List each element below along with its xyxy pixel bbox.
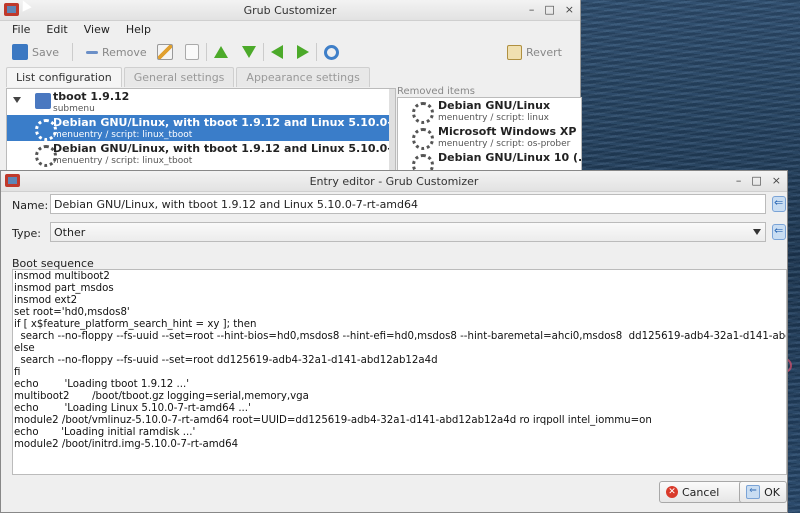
entry-type: menuentry / script: linux_tboot <box>53 130 193 140</box>
move-up-icon[interactable] <box>213 46 228 58</box>
entry-type: menuentry / script: os-prober <box>438 139 571 149</box>
reset-type-button[interactable] <box>772 224 786 240</box>
name-input[interactable]: Debian GNU/Linux, with tboot 1.9.12 and … <box>50 194 766 214</box>
toolbar-separator <box>72 43 74 61</box>
tab-bar: List configuration General settings Appe… <box>0 67 580 87</box>
move-down-icon[interactable] <box>241 46 256 58</box>
revert-icon <box>506 44 522 60</box>
type-label: Type: <box>12 227 41 240</box>
close-button[interactable]: × <box>772 174 781 187</box>
entry-editor-dialog: Entry editor - Grub Customizer – □ × Nam… <box>0 170 788 513</box>
save-icon <box>12 44 28 60</box>
menu-help[interactable]: Help <box>118 21 159 39</box>
list-item[interactable]: Debian GNU/Linux, with tboot 1.9.12 and … <box>7 115 395 141</box>
main-window-title: Grub Customizer <box>243 4 337 17</box>
list-item[interactable]: Debian GNU/Linux menuentry / script: lin… <box>398 98 581 124</box>
entry-name: Debian GNU/Linux <box>438 99 551 112</box>
gear-icon <box>412 102 434 124</box>
menu-view[interactable]: View <box>76 21 118 39</box>
save-label: Save <box>32 45 60 59</box>
list-item[interactable]: Debian GNU/Linux, with tboot 1.9.12 and … <box>7 141 395 167</box>
create-entry-icon[interactable] <box>184 44 199 60</box>
name-label: Name: <box>12 199 49 212</box>
dialog-title: Entry editor - Grub Customizer <box>309 175 479 188</box>
save-button[interactable]: Save <box>6 41 65 63</box>
tab-appearance-settings[interactable]: Appearance settings <box>236 67 370 87</box>
cancel-icon: ✕ <box>666 486 678 498</box>
list-item[interactable]: Debian GNU/Linux 10 (... <box>398 150 582 171</box>
entry-name: Microsoft Windows XP ... <box>438 125 582 138</box>
removed-items-title: Removed items <box>397 86 475 97</box>
ok-button[interactable]: ⇐ OK <box>739 481 787 503</box>
tab-general-settings[interactable]: General settings <box>123 67 235 87</box>
menu-bar: File Edit View Help <box>0 21 580 39</box>
chevron-down-icon <box>753 229 761 235</box>
toolbar-separator <box>315 43 317 61</box>
toolbar: Save Remove Revert <box>0 39 580 65</box>
type-select-value: Other <box>54 226 86 239</box>
cancel-button[interactable]: ✕ Cancel <box>659 481 751 503</box>
list-item[interactable]: tboot 1.9.12 submenu <box>7 89 395 115</box>
maximize-button[interactable]: □ <box>751 174 761 187</box>
entry-name: tboot 1.9.12 <box>53 90 130 103</box>
remove-button[interactable]: Remove <box>80 41 153 63</box>
close-button[interactable]: × <box>565 3 574 16</box>
cancel-label: Cancel <box>682 485 720 499</box>
entry-type: menuentry / script: linux <box>438 113 549 123</box>
refresh-icon[interactable] <box>323 44 339 60</box>
ok-icon: ⇐ <box>746 485 761 499</box>
menu-file[interactable]: File <box>4 21 38 39</box>
expander-arrow-icon[interactable] <box>13 97 21 103</box>
dialog-titlebar[interactable]: Entry editor - Grub Customizer – □ × <box>1 171 787 192</box>
list-scrollbar[interactable] <box>389 89 395 171</box>
gear-icon <box>412 128 434 150</box>
minimize-button[interactable]: – <box>736 174 742 187</box>
revert-label: Revert <box>525 45 562 59</box>
maximize-button[interactable]: □ <box>544 3 554 16</box>
list-item[interactable]: Microsoft Windows XP ... menuentry / scr… <box>398 124 581 150</box>
main-titlebar[interactable]: Grub Customizer – □ × <box>0 0 580 21</box>
menu-edit[interactable]: Edit <box>38 21 75 39</box>
reset-name-button[interactable] <box>772 196 786 212</box>
boot-sequence-editor[interactable]: insmod multiboot2 insmod part_msdos insm… <box>12 269 787 475</box>
move-right-icon[interactable] <box>296 45 309 59</box>
entry-list: tboot 1.9.12 submenu Debian GNU/Linux, w… <box>6 88 396 172</box>
entry-name: Debian GNU/Linux, with tboot 1.9.12 and … <box>53 142 396 155</box>
revert-button[interactable]: Revert <box>501 41 568 63</box>
move-left-icon[interactable] <box>270 45 283 59</box>
minimize-button[interactable]: – <box>529 3 535 16</box>
toolbar-separator <box>262 43 264 61</box>
entry-name: Debian GNU/Linux 10 (... <box>438 151 582 164</box>
boot-sequence-text[interactable]: insmod multiboot2 insmod part_msdos insm… <box>13 270 786 452</box>
remove-icon <box>86 50 99 54</box>
folder-icon <box>35 93 51 109</box>
entry-type: menuentry / script: linux_tboot <box>53 156 193 166</box>
edit-entry-icon[interactable] <box>156 44 173 60</box>
main-window: Grub Customizer – □ × File Edit View Hel… <box>0 0 582 172</box>
entry-name: Debian GNU/Linux, with tboot 1.9.12 and … <box>53 116 396 129</box>
toolbar-separator <box>205 43 207 61</box>
tab-list-configuration[interactable]: List configuration <box>6 67 122 87</box>
entry-type: submenu <box>53 104 95 114</box>
removed-items-list: Debian GNU/Linux menuentry / script: lin… <box>397 97 582 172</box>
type-select[interactable]: Other <box>50 222 766 242</box>
remove-label: Remove <box>102 45 147 59</box>
ok-label: OK <box>764 485 780 499</box>
